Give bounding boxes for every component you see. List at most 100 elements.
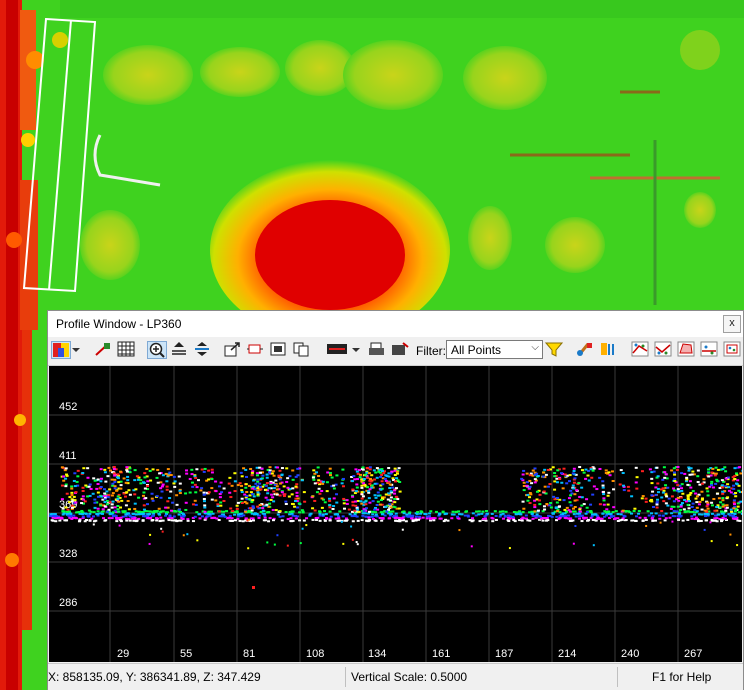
cloud-point [477, 513, 481, 516]
filter-select[interactable]: All Points ⌵ [446, 340, 543, 359]
classify-polygon-button[interactable] [677, 341, 697, 359]
cloud-point [65, 474, 69, 477]
cloud-point [572, 467, 576, 470]
cloud-point [565, 517, 569, 520]
cloud-point [179, 519, 183, 522]
classify-box-button[interactable] [723, 341, 743, 359]
cloud-point [197, 513, 201, 516]
cloud-point [151, 499, 155, 502]
cloud-point [172, 519, 176, 522]
export-button[interactable] [223, 341, 243, 359]
cloud-point [117, 500, 121, 503]
grid-button[interactable] [117, 341, 137, 359]
cloud-point [257, 516, 261, 519]
cloud-point [134, 513, 138, 516]
cloud-point [233, 513, 237, 516]
cloud-point [675, 510, 679, 513]
cloud-point [580, 486, 584, 489]
copy-button[interactable] [292, 341, 312, 359]
cloud-point [342, 507, 346, 510]
cloud-point [582, 471, 586, 474]
class-select-button[interactable] [599, 341, 619, 359]
cloud-point [351, 504, 355, 507]
cloud-point [498, 515, 502, 518]
color-mode-dropdown[interactable] [70, 341, 82, 359]
cloud-point [169, 490, 173, 493]
cloud-point [538, 503, 542, 506]
cloud-point [305, 517, 309, 520]
cloud-point [664, 512, 668, 515]
cloud-point [112, 466, 116, 469]
cloud-point [568, 501, 572, 504]
cloud-point [294, 485, 298, 488]
cloud-point [375, 503, 379, 506]
cloud-point [317, 487, 321, 490]
cloud-point [342, 497, 346, 500]
profile-up-button[interactable] [170, 341, 190, 359]
cloud-point [320, 497, 324, 500]
x-tick-label: 29 [117, 648, 129, 660]
cloud-point [207, 469, 211, 472]
cloud-point [337, 515, 341, 518]
cloud-point [62, 479, 66, 482]
cloud-point [141, 481, 145, 484]
line-style-dropdown[interactable] [350, 341, 362, 359]
cloud-point [734, 472, 738, 475]
print-button[interactable] [368, 341, 388, 359]
cloud-point [278, 469, 282, 472]
classify-button[interactable] [94, 341, 114, 359]
cloud-point [533, 506, 537, 509]
classify-above-button[interactable] [631, 341, 651, 359]
cloud-point [638, 516, 642, 519]
color-mode-button[interactable] [51, 341, 71, 359]
cloud-point [389, 506, 393, 509]
cloud-point [542, 490, 546, 493]
close-button[interactable]: x [723, 315, 741, 333]
cloud-point [710, 504, 714, 507]
cloud-point [658, 514, 662, 517]
cloud-point [350, 525, 353, 528]
cloud-point [452, 513, 456, 516]
zoom-button[interactable] [147, 341, 167, 359]
settings-button[interactable] [391, 341, 411, 359]
line-style-button[interactable] [326, 341, 350, 359]
cloud-point [548, 504, 552, 507]
cloud-point [520, 477, 524, 480]
cloud-point [535, 513, 539, 516]
measure-button[interactable] [246, 341, 266, 359]
cloud-point [577, 512, 581, 515]
classify-below-button[interactable] [654, 341, 674, 359]
cloud-point [87, 514, 91, 517]
classify-line-button[interactable] [700, 341, 720, 359]
cloud-point [691, 510, 695, 513]
paint-button[interactable] [576, 341, 596, 359]
cloud-point [344, 517, 348, 520]
cloud-point [655, 503, 659, 506]
cloud-point [401, 528, 404, 531]
cloud-point [329, 515, 333, 518]
cloud-point [627, 489, 631, 492]
line-color-icon [327, 344, 347, 354]
cloud-point [166, 511, 170, 514]
cloud-point [671, 515, 675, 518]
cloud-point [393, 497, 397, 500]
cloud-point [383, 477, 387, 480]
classify-box-icon [723, 341, 741, 357]
profile-center-button[interactable] [193, 341, 213, 359]
cloud-point [602, 493, 606, 496]
cloud-point [207, 491, 211, 494]
profile-plot-canvas[interactable]: 45241136932828629 55 81 108 134 161 187 214 240 2… [49, 366, 744, 662]
filter-apply-button[interactable] [544, 341, 565, 359]
cloud-point [376, 500, 380, 503]
profile-plot[interactable]: 452 411 369 328 286 29 55 81 108 134 161 187 214 240 2… [49, 366, 744, 662]
cloud-point [612, 506, 616, 509]
cloud-point [186, 519, 190, 522]
cloud-point [200, 515, 204, 518]
cloud-point [662, 466, 666, 469]
cloud-point [670, 512, 674, 515]
cloud-point [238, 512, 242, 515]
cloud-point [707, 468, 711, 471]
fit-button[interactable] [269, 341, 289, 359]
cloud-point [611, 479, 615, 482]
cloud-point [380, 519, 384, 522]
